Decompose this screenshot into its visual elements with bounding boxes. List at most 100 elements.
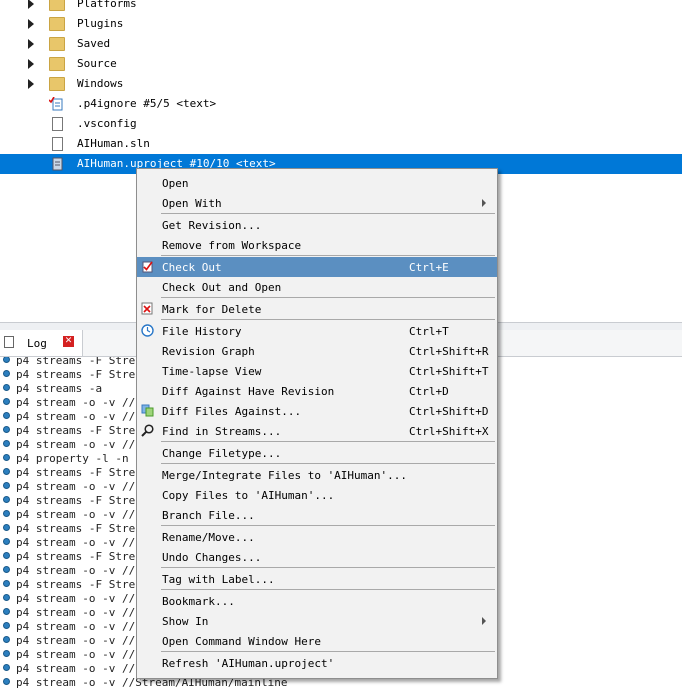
check-out-icon xyxy=(141,260,154,273)
menu-item-label: Time-lapse View xyxy=(162,365,262,378)
menu-item-label: Copy Files to 'AIHuman'... xyxy=(162,489,335,502)
menu-item-label: Open Command Window Here xyxy=(162,635,321,648)
tree-item-label: Windows xyxy=(77,77,124,90)
tree-item-vsconfig[interactable]: .vsconfig xyxy=(0,114,682,134)
info-icon xyxy=(3,357,10,363)
menu-item-branch-file[interactable]: Branch File... xyxy=(137,505,497,525)
menu-item-label: Diff Against Have Revision xyxy=(162,385,335,398)
log-line-text: p4 property -l -n l xyxy=(16,452,142,465)
menu-item-file-history[interactable]: File History Ctrl+T xyxy=(137,321,497,341)
log-line-text: p4 streams -F Stre xyxy=(16,578,136,591)
file-icon xyxy=(52,117,63,131)
log-line-text: p4 stream -o -v //S xyxy=(16,592,142,605)
menu-shortcut: Ctrl+Shift+D xyxy=(409,405,489,418)
tree-item-p4ignore[interactable]: .p4ignore #5/5 <text> xyxy=(0,94,682,114)
menu-item-label: File History xyxy=(162,325,242,338)
menu-item-rename-move[interactable]: Rename/Move... xyxy=(137,527,497,547)
menu-item-find-in-streams[interactable]: Find in Streams... Ctrl+Shift+X xyxy=(137,421,497,441)
info-icon xyxy=(3,412,10,419)
tree-item-aihuman-sln[interactable]: AIHuman.sln xyxy=(0,134,682,154)
folder-icon xyxy=(49,77,65,91)
menu-item-label: Tag with Label... xyxy=(162,573,275,586)
info-icon xyxy=(3,538,10,545)
log-line-text: p4 streams -F Stre xyxy=(16,550,136,563)
menu-item-revision-graph[interactable]: Revision Graph Ctrl+Shift+R xyxy=(137,341,497,361)
menu-item-label: Bookmark... xyxy=(162,595,235,608)
menu-shortcut: Ctrl+Shift+R xyxy=(409,345,489,358)
info-icon xyxy=(3,384,10,391)
info-icon xyxy=(3,594,10,601)
folder-icon xyxy=(49,57,65,71)
info-icon xyxy=(3,566,10,573)
expand-arrow-icon[interactable] xyxy=(28,59,34,69)
menu-item-change-filetype[interactable]: Change Filetype... xyxy=(137,443,497,463)
expand-arrow-icon[interactable] xyxy=(28,19,34,29)
menu-item-bookmark[interactable]: Bookmark... xyxy=(137,591,497,611)
info-icon xyxy=(3,650,10,657)
tree-item-source[interactable]: Source xyxy=(0,54,682,74)
expand-arrow-icon[interactable] xyxy=(28,0,34,9)
menu-item-refresh[interactable]: Refresh 'AIHuman.uproject' xyxy=(137,653,497,673)
tree-item-label: Plugins xyxy=(77,17,124,30)
info-icon xyxy=(3,622,10,629)
menu-separator xyxy=(161,441,495,442)
info-icon xyxy=(3,426,10,433)
menu-item-open-with[interactable]: Open With xyxy=(137,193,497,213)
menu-item-label: Get Revision... xyxy=(162,219,262,232)
info-icon xyxy=(3,552,10,559)
menu-item-time-lapse-view[interactable]: Time-lapse View Ctrl+Shift+T xyxy=(137,361,497,381)
menu-separator xyxy=(161,589,495,590)
menu-item-open-command-window[interactable]: Open Command Window Here xyxy=(137,631,497,651)
menu-item-check-out[interactable]: Check Out Ctrl+E xyxy=(137,257,497,277)
info-icon xyxy=(3,370,10,377)
tree-item-label: .vsconfig xyxy=(77,117,137,130)
menu-separator xyxy=(161,567,495,568)
tree-item-plugins[interactable]: Plugins xyxy=(0,14,682,34)
clock-icon xyxy=(141,324,154,337)
menu-item-tag-with-label[interactable]: Tag with Label... xyxy=(137,569,497,589)
log-line-text: p4 stream -o -v //S xyxy=(16,410,142,423)
menu-item-label: Branch File... xyxy=(162,509,255,522)
context-menu: Open Open With Get Revision... Remove fr… xyxy=(136,168,498,679)
tree-item-saved[interactable]: Saved xyxy=(0,34,682,54)
expand-arrow-icon[interactable] xyxy=(28,79,34,89)
menu-item-diff-against-have[interactable]: Diff Against Have Revision Ctrl+D xyxy=(137,381,497,401)
menu-item-remove-from-workspace[interactable]: Remove from Workspace xyxy=(137,235,497,255)
delete-file-icon xyxy=(141,302,154,315)
menu-item-show-in[interactable]: Show In xyxy=(137,611,497,631)
menu-item-get-revision[interactable]: Get Revision... xyxy=(137,215,497,235)
folder-icon xyxy=(49,0,65,11)
menu-separator xyxy=(161,297,495,298)
menu-item-label: Open With xyxy=(162,197,222,210)
info-icon xyxy=(3,482,10,489)
menu-item-label: Open xyxy=(162,177,189,190)
close-icon[interactable]: ✕ xyxy=(63,336,74,347)
menu-item-label: Show In xyxy=(162,615,209,628)
menu-item-label: Diff Files Against... xyxy=(162,405,302,418)
menu-item-undo-changes[interactable]: Undo Changes... xyxy=(137,547,497,567)
log-document-icon xyxy=(4,336,14,348)
tree-item-label: Source xyxy=(77,57,117,70)
menu-separator xyxy=(161,525,495,526)
menu-item-mark-for-delete[interactable]: Mark for Delete xyxy=(137,299,497,319)
tree-item-platforms[interactable]: Platforms xyxy=(0,0,682,14)
file-icon xyxy=(49,157,65,171)
tree-item-label: Platforms xyxy=(77,0,137,10)
menu-item-open[interactable]: Open xyxy=(137,173,497,193)
tab-log[interactable]: Log ✕ xyxy=(0,330,83,356)
log-line-text: p4 stream -o -v //S xyxy=(16,620,142,633)
tree-item-windows[interactable]: Windows xyxy=(0,74,682,94)
menu-separator xyxy=(161,319,495,320)
menu-separator xyxy=(161,651,495,652)
log-line-text: p4 streams -F Stre xyxy=(16,494,136,507)
info-icon xyxy=(3,580,10,587)
tab-log-label: Log xyxy=(27,337,47,350)
menu-item-check-out-and-open[interactable]: Check Out and Open xyxy=(137,277,497,297)
menu-item-copy-files[interactable]: Copy Files to 'AIHuman'... xyxy=(137,485,497,505)
info-icon xyxy=(3,468,10,475)
log-line-text: p4 streams -F Stre xyxy=(16,357,136,367)
menu-item-merge-integrate[interactable]: Merge/Integrate Files to 'AIHuman'... xyxy=(137,465,497,485)
menu-item-diff-files-against[interactable]: Diff Files Against... Ctrl+Shift+D xyxy=(137,401,497,421)
log-line-text: p4 stream -o -v //S xyxy=(16,606,142,619)
expand-arrow-icon[interactable] xyxy=(28,39,34,49)
